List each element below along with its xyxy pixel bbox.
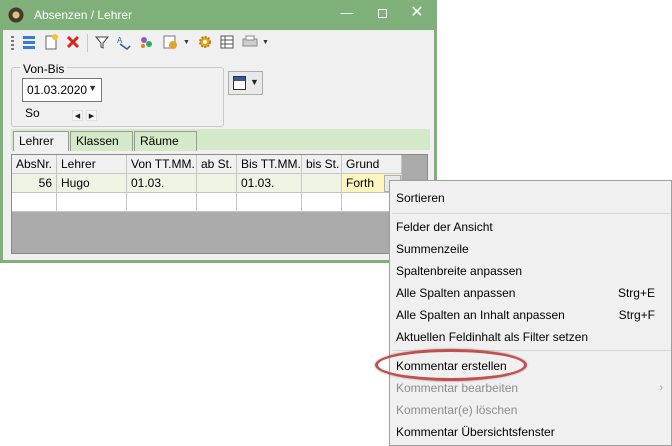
- calendar-icon: [233, 76, 246, 90]
- table-cell[interactable]: 01.03.: [127, 174, 197, 193]
- toolbar-grip[interactable]: [11, 36, 14, 52]
- menu-separator: [392, 350, 671, 351]
- menu-item-label: Summenzeile: [396, 242, 469, 256]
- tab-klassen[interactable]: Klassen (0): [70, 131, 133, 166]
- calendar-button[interactable]: ▼: [228, 71, 263, 95]
- table-cell[interactable]: [12, 193, 57, 212]
- maximize-icon: [377, 9, 387, 18]
- menu-item-summenzeile[interactable]: Summenzeile: [390, 238, 672, 260]
- menu-item-label: Kommentar Übersichtsfenster: [396, 425, 555, 439]
- filter-icon[interactable]: [93, 34, 111, 52]
- table-icon[interactable]: [218, 34, 236, 52]
- menu-item-label: Alle Spalten an Inhalt anpassen: [396, 308, 565, 322]
- date-picker[interactable]: 01.03.2020 ▼: [22, 78, 102, 102]
- weekday-label: So: [25, 106, 40, 120]
- maximize-button[interactable]: [370, 4, 394, 24]
- table-cell[interactable]: [302, 193, 342, 212]
- column-header[interactable]: Bis TT.MM.: [237, 155, 302, 174]
- next-day-button[interactable]: ▶: [86, 110, 97, 121]
- table-cell[interactable]: 01.03.: [237, 174, 302, 193]
- table-header-row: AbsNr. Lehrer Von TT.MM. ab St. Bis TT.M…: [12, 155, 402, 174]
- menu-separator: [392, 213, 671, 214]
- column-header[interactable]: bis St.: [302, 155, 342, 174]
- column-header[interactable]: AbsNr.: [12, 155, 57, 174]
- menu-item-spaltenbreite-anpassen[interactable]: Spaltenbreite anpassen: [390, 260, 672, 282]
- table-cell[interactable]: [237, 193, 302, 212]
- app-window: Absenzen / Lehrer — ✕ A ▼ ▼ Von-Bis 01.0…: [0, 0, 437, 263]
- menu-item-shortcut: Strg+E: [617, 286, 655, 300]
- table-row[interactable]: 56 Hugo 01.03. 01.03. Forth: [12, 174, 402, 193]
- menu-item-sortieren[interactable]: Sortieren: [390, 187, 672, 209]
- window-title: Absenzen / Lehrer: [34, 8, 133, 22]
- chevron-right-icon: ›: [659, 382, 663, 394]
- title-bar[interactable]: Absenzen / Lehrer — ✕: [0, 0, 437, 30]
- list-icon[interactable]: [20, 34, 38, 52]
- column-header[interactable]: ab St.: [197, 155, 237, 174]
- context-menu: Sortieren Felder der Ansicht Summenzeile…: [389, 180, 672, 446]
- user-group-icon[interactable]: [137, 34, 155, 52]
- toolbar-separator: [87, 34, 88, 52]
- menu-item-felder-der-ansicht[interactable]: Felder der Ansicht: [390, 216, 672, 238]
- tab-lehrer[interactable]: Lehrer (1): [13, 131, 69, 166]
- client-area: A ▼ ▼ Von-Bis 01.03.2020 ▼ So ◀ ▶ ▼ Lehr…: [3, 30, 434, 260]
- column-header[interactable]: Grund: [342, 155, 402, 174]
- table-cell[interactable]: [197, 174, 237, 193]
- table-cell[interactable]: [127, 193, 197, 212]
- menu-item-label: Spaltenbreite anpassen: [396, 264, 523, 278]
- chevron-down-icon[interactable]: ▼: [262, 39, 269, 46]
- toolbar: A ▼ ▼: [3, 30, 434, 57]
- new-record-icon[interactable]: [42, 34, 60, 52]
- table-cell[interactable]: [57, 193, 127, 212]
- clock-icon: [8, 7, 24, 23]
- chevron-down-icon: ▼: [250, 77, 259, 87]
- column-header[interactable]: Von TT.MM.: [127, 155, 197, 174]
- menu-item-label: Alle Spalten anpassen: [396, 286, 516, 300]
- date-value: 01.03.2020: [27, 83, 88, 97]
- menu-item-kommentar-uebersicht[interactable]: Kommentar Übersichtsfenster: [390, 421, 672, 443]
- menu-item-shortcut: Strg+F: [618, 308, 655, 322]
- table-cell[interactable]: [197, 193, 237, 212]
- menu-item-label: Felder der Ansicht: [396, 220, 493, 234]
- svg-text:A: A: [117, 36, 123, 45]
- table-cell[interactable]: [302, 174, 342, 193]
- gear-icon[interactable]: [196, 34, 214, 52]
- chevron-down-icon[interactable]: ▼: [88, 83, 97, 93]
- menu-item-label: Kommentar erstellen: [396, 359, 507, 373]
- sort-icon[interactable]: A: [115, 34, 133, 52]
- menu-item-kommentar-erstellen[interactable]: Kommentar erstellen: [390, 355, 672, 377]
- settings-icon[interactable]: [161, 34, 179, 52]
- previous-day-button[interactable]: ◀: [72, 110, 83, 121]
- menu-item-label: Sortieren: [396, 191, 445, 205]
- menu-item-alle-spalten-inhalt[interactable]: Alle Spalten an Inhalt anpassen Strg+F: [390, 304, 672, 326]
- group-label: Von-Bis: [20, 62, 68, 76]
- absence-table: AbsNr. Lehrer Von TT.MM. ab St. Bis TT.M…: [11, 154, 428, 254]
- menu-item-alle-spalten-anpassen[interactable]: Alle Spalten anpassen Strg+E: [390, 282, 672, 304]
- table-cell[interactable]: 56: [12, 174, 57, 193]
- minimize-button[interactable]: —: [335, 4, 359, 24]
- menu-item-label: Kommentar bearbeiten: [396, 381, 519, 395]
- menu-item-feldinhalt-als-filter[interactable]: Aktuellen Feldinhalt als Filter setzen: [390, 326, 672, 348]
- column-header[interactable]: Lehrer: [57, 155, 127, 174]
- menu-item-kommentar-bearbeiten: Kommentar bearbeiten ›: [390, 377, 672, 399]
- table-row-new[interactable]: [12, 193, 402, 212]
- menu-item-kommentare-loeschen: Kommentar(e) löschen: [390, 399, 672, 421]
- chevron-down-icon[interactable]: ▼: [183, 39, 190, 46]
- menu-item-label: Kommentar(e) löschen: [396, 403, 518, 417]
- delete-icon[interactable]: [64, 34, 82, 52]
- menu-item-label: Aktuellen Feldinhalt als Filter setzen: [396, 330, 589, 344]
- print-icon[interactable]: [241, 34, 259, 52]
- close-button[interactable]: ✕: [405, 4, 429, 24]
- tab-raeume[interactable]: Räume (0): [134, 131, 197, 166]
- table-cell[interactable]: Hugo: [57, 174, 127, 193]
